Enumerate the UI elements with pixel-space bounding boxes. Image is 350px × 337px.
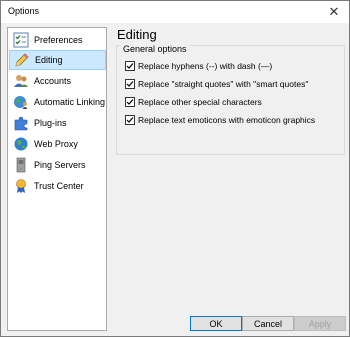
sidebar-item-accounts[interactable]: Accounts xyxy=(9,71,106,91)
sidebar-item-preferences[interactable]: Preferences xyxy=(9,30,106,50)
option-replace-hyphens[interactable]: Replace hyphens (--) with dash (—) xyxy=(125,59,272,73)
sidebar-item-label: Automatic Linking xyxy=(34,97,106,107)
apply-button[interactable]: Apply xyxy=(294,316,346,331)
option-label: Replace hyphens (--) with dash (—) xyxy=(138,61,273,71)
globe-person-icon xyxy=(14,96,28,109)
sidebar-item-label: Editing xyxy=(35,55,63,65)
option-label: Replace other special characters xyxy=(138,97,262,107)
puzzle-piece-icon xyxy=(14,116,28,131)
sidebar-item-editing[interactable]: Editing xyxy=(9,50,106,70)
general-options-group: General options Replace hyphens (--) wit… xyxy=(116,44,345,155)
sidebar-item-automatic-linking[interactable]: Automatic Linking xyxy=(9,92,106,112)
accounts-users-icon xyxy=(14,75,28,87)
cancel-button[interactable]: Cancel xyxy=(242,316,294,331)
sidebar-item-label: Accounts xyxy=(34,76,72,86)
globe-icon xyxy=(14,137,28,151)
option-emoticon-graphics[interactable]: Replace text emoticons with emoticon gra… xyxy=(125,113,315,127)
trust-ribbon-icon xyxy=(16,179,26,193)
checkbox-emoticon-graphics[interactable] xyxy=(125,115,135,125)
settings-panel: Editing General options Replace hyphens … xyxy=(113,27,345,309)
title-bar: Options ✕ xyxy=(1,1,349,23)
group-legend: General options xyxy=(121,44,189,54)
sidebar-item-ping-servers[interactable]: Ping Servers xyxy=(9,155,106,175)
pencil-icon xyxy=(15,53,29,67)
checkmark-icon xyxy=(126,117,134,123)
close-button[interactable]: ✕ xyxy=(319,1,349,23)
checkbox-special-characters[interactable] xyxy=(125,97,135,107)
checkbox-smart-quotes[interactable] xyxy=(125,79,135,89)
checkmark-icon xyxy=(126,63,134,69)
sidebar-item-label: Preferences xyxy=(34,35,83,45)
sidebar-item-label: Web Proxy xyxy=(34,139,78,149)
options-dialog: Options ✕ Preferences Editing Accounts A… xyxy=(0,0,350,337)
sidebar-item-web-proxy[interactable]: Web Proxy xyxy=(9,134,106,154)
category-list: Preferences Editing Accounts Automatic L… xyxy=(7,27,107,331)
sidebar-item-label: Ping Servers xyxy=(34,160,86,170)
checkmark-icon xyxy=(126,99,134,105)
option-label: Replace "straight quotes" with "smart qu… xyxy=(138,79,309,89)
server-icon xyxy=(16,157,26,173)
sidebar-item-trust-center[interactable]: Trust Center xyxy=(9,176,106,196)
page-title: Editing xyxy=(117,27,157,42)
checkbox-replace-hyphens[interactable] xyxy=(125,61,135,71)
checkmark-icon xyxy=(126,81,134,87)
ok-button[interactable]: OK xyxy=(190,316,242,331)
sidebar-item-label: Trust Center xyxy=(34,181,84,191)
option-special-characters[interactable]: Replace other special characters xyxy=(125,95,262,109)
sidebar-item-plug-ins[interactable]: Plug-ins xyxy=(9,113,106,133)
window-title: Options xyxy=(8,6,40,16)
option-smart-quotes[interactable]: Replace "straight quotes" with "smart qu… xyxy=(125,77,308,91)
option-label: Replace text emoticons with emoticon gra… xyxy=(138,115,316,125)
preferences-checklist-icon xyxy=(13,32,29,48)
sidebar-item-label: Plug-ins xyxy=(34,118,67,128)
